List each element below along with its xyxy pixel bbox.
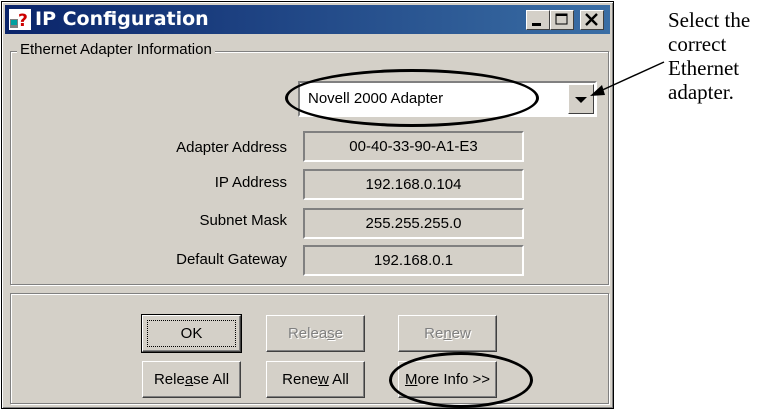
default-gateway-label: Default Gateway bbox=[176, 251, 287, 268]
release-all-label-b: se All bbox=[193, 371, 230, 388]
arrowhead-icon bbox=[590, 85, 605, 96]
maximize-icon bbox=[555, 13, 568, 25]
annotation-line-4: adapter. bbox=[668, 80, 734, 104]
window-title: IP Configuration bbox=[35, 8, 209, 30]
ok-button[interactable]: OK bbox=[141, 314, 242, 353]
release-label-a: Relea bbox=[287, 325, 328, 342]
close-icon bbox=[585, 13, 598, 26]
release-button[interactable]: Release bbox=[266, 315, 365, 352]
svg-text:?: ? bbox=[18, 11, 28, 30]
renew-all-button[interactable]: Renew All bbox=[266, 361, 365, 398]
release-label-key: s bbox=[327, 325, 335, 342]
release-all-label-a: Rele bbox=[153, 371, 185, 388]
annotation-text: Select the correct Ethernet adapter. bbox=[668, 8, 750, 104]
release-all-label-key: a bbox=[184, 371, 194, 388]
adapter-address-label: Adapter Address bbox=[176, 139, 287, 156]
ok-focus-rect bbox=[147, 320, 236, 347]
annotation-arrow bbox=[590, 61, 665, 96]
adapter-info-legend: Ethernet Adapter Information bbox=[17, 41, 215, 58]
maximize-button[interactable] bbox=[550, 10, 574, 30]
annotation-line-1: Select the bbox=[668, 8, 751, 32]
renew-label-a: Re bbox=[424, 325, 444, 342]
adapter-highlight-ellipse bbox=[285, 69, 539, 127]
subnet-mask-label: Subnet Mask bbox=[199, 212, 287, 229]
renew-all-label-b: All bbox=[328, 371, 349, 388]
close-button[interactable] bbox=[580, 10, 604, 30]
help-app-icon: ? bbox=[9, 9, 31, 30]
release-all-button[interactable]: Release All bbox=[142, 361, 241, 398]
subnet-mask-value: 255.255.255.0 bbox=[303, 208, 524, 239]
default-gateway-value: 192.168.0.1 bbox=[303, 245, 524, 276]
more-info-highlight-ellipse bbox=[389, 352, 533, 408]
annotation-line-2: correct bbox=[668, 32, 727, 56]
minimize-icon bbox=[532, 23, 541, 26]
release-label-b: e bbox=[334, 325, 344, 342]
renew-label-b: ew bbox=[451, 325, 471, 342]
renew-button[interactable]: Renew bbox=[398, 315, 497, 352]
renew-all-label-key: w bbox=[318, 371, 329, 388]
renew-label-key: n bbox=[443, 325, 452, 342]
adapter-address-value: 00-40-33-90-A1-E3 bbox=[303, 131, 524, 162]
ip-configuration-window: ? IP Configuration Ethernet Adapter Info… bbox=[1, 1, 614, 409]
renew-all-label-a: Rene bbox=[282, 371, 318, 388]
minimize-button[interactable] bbox=[526, 10, 550, 30]
title-bar[interactable]: ? IP Configuration bbox=[5, 5, 610, 34]
ip-address-label: IP Address bbox=[214, 174, 287, 191]
annotation-line-3: Ethernet bbox=[668, 56, 740, 80]
ip-address-value: 192.168.0.104 bbox=[303, 169, 524, 200]
